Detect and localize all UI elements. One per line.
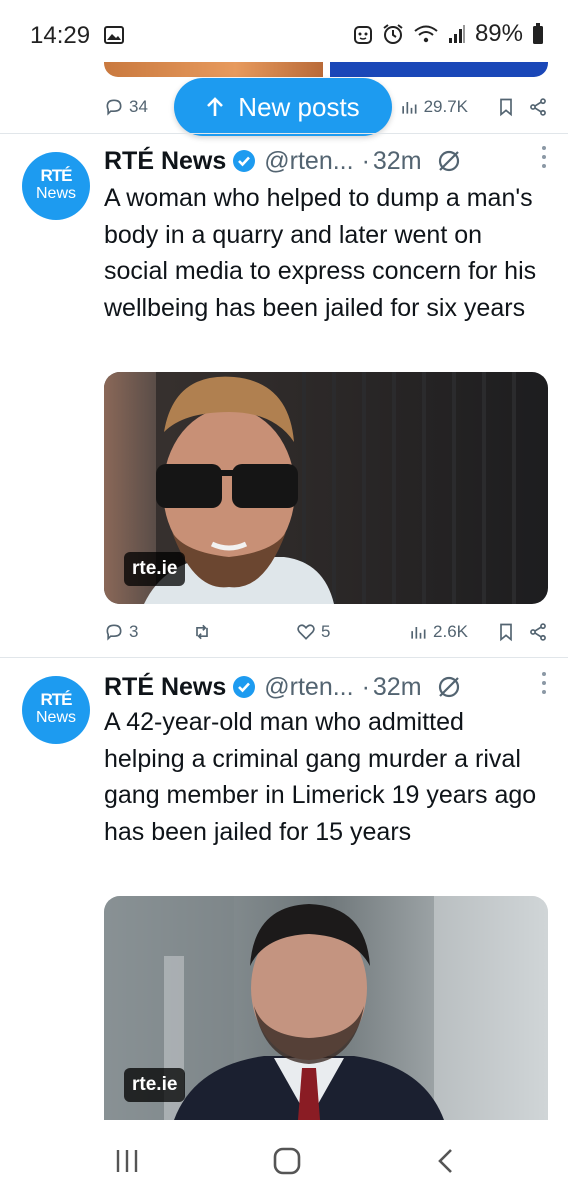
arrow-up-icon xyxy=(207,97,224,116)
author-handle[interactable]: @rten... xyxy=(264,673,353,702)
system-nav-bar xyxy=(0,1120,568,1200)
reply-count: 3 xyxy=(129,622,139,641)
avatar-line-2: News xyxy=(35,185,76,202)
avatar[interactable]: RTÉ News xyxy=(22,152,90,220)
views-icon xyxy=(401,102,417,114)
gallery-icon xyxy=(104,26,124,44)
like-button[interactable]: 5 xyxy=(296,622,392,642)
tweet-header: RTÉ News @rten... · 32m xyxy=(104,670,548,704)
new-posts-button[interactable]: New posts xyxy=(174,78,392,136)
avatar[interactable]: RTÉ News xyxy=(22,676,90,744)
tweet-image[interactable]: rte.ie xyxy=(104,896,548,1120)
avatar-line-1: RTÉ xyxy=(40,166,73,185)
home-icon[interactable] xyxy=(272,1146,302,1176)
author-name[interactable]: RTÉ News xyxy=(104,673,226,702)
views-button[interactable]: 2.6K xyxy=(408,622,468,642)
face-icon xyxy=(353,26,372,44)
bookmark-icon[interactable] xyxy=(496,622,516,642)
avatar-line-1: RTÉ xyxy=(40,690,73,709)
battery-icon xyxy=(533,23,543,44)
author-handle[interactable]: @rten... xyxy=(264,147,353,176)
reply-icon xyxy=(106,99,122,116)
previous-tweet-image-2[interactable] xyxy=(330,62,548,77)
bookmark-icon[interactable] xyxy=(496,97,516,117)
separator-dot: · xyxy=(361,672,370,701)
reply-icon xyxy=(106,624,122,641)
wifi-icon xyxy=(414,25,438,43)
views-count: 29.7K xyxy=(423,97,468,116)
views-button[interactable]: 29.7K xyxy=(399,97,468,117)
status-bar: 14:29 89% xyxy=(0,0,568,62)
reply-count: 34 xyxy=(129,97,148,116)
share-icon[interactable] xyxy=(528,97,548,117)
tweet-image[interactable]: rte.ie xyxy=(104,372,548,604)
repost-button[interactable] xyxy=(192,622,296,642)
alarm-icon xyxy=(383,24,403,44)
views-icon xyxy=(411,627,426,639)
battery-percent: 89% xyxy=(474,20,523,47)
tweet-actions: 3 5 2.6K xyxy=(104,617,548,647)
tweet-header: RTÉ News @rten... · 32m xyxy=(104,144,548,178)
separator-dot: · xyxy=(361,146,370,175)
signal-icon xyxy=(448,25,465,43)
verified-icon xyxy=(233,676,256,698)
tweet-text: A woman who helped to dump a man's body … xyxy=(104,184,537,322)
author-name[interactable]: RTÉ News xyxy=(104,147,226,176)
status-right: 89% xyxy=(353,20,544,48)
link-domain-label: rte.ie xyxy=(124,552,186,586)
more-options-icon[interactable] xyxy=(542,672,548,699)
divider xyxy=(0,657,568,658)
back-icon[interactable] xyxy=(436,1148,456,1174)
timestamp[interactable]: 32m xyxy=(373,673,422,702)
more-options-icon[interactable] xyxy=(542,146,548,173)
grok-icon[interactable] xyxy=(436,148,462,174)
status-time: 14:29 xyxy=(30,22,91,49)
avatar-line-2: News xyxy=(35,709,76,726)
verified-icon xyxy=(233,150,256,172)
reply-button[interactable]: 3 xyxy=(104,622,192,642)
link-domain-label: rte.ie xyxy=(124,1068,186,1102)
heart-icon xyxy=(297,624,315,640)
repost-icon xyxy=(196,624,208,640)
previous-tweet-image[interactable] xyxy=(104,62,323,77)
like-count: 5 xyxy=(321,622,331,641)
timestamp[interactable]: 32m xyxy=(373,147,422,176)
reply-button[interactable]: 34 xyxy=(104,97,148,117)
new-posts-label: New posts xyxy=(238,91,360,122)
views-count: 2.6K xyxy=(433,622,468,641)
recents-icon[interactable] xyxy=(114,1148,140,1174)
share-icon[interactable] xyxy=(528,622,548,642)
grok-icon[interactable] xyxy=(436,674,462,700)
divider xyxy=(0,133,568,134)
tweet-text: A 42-year-old man who admitted helping a… xyxy=(104,708,537,846)
